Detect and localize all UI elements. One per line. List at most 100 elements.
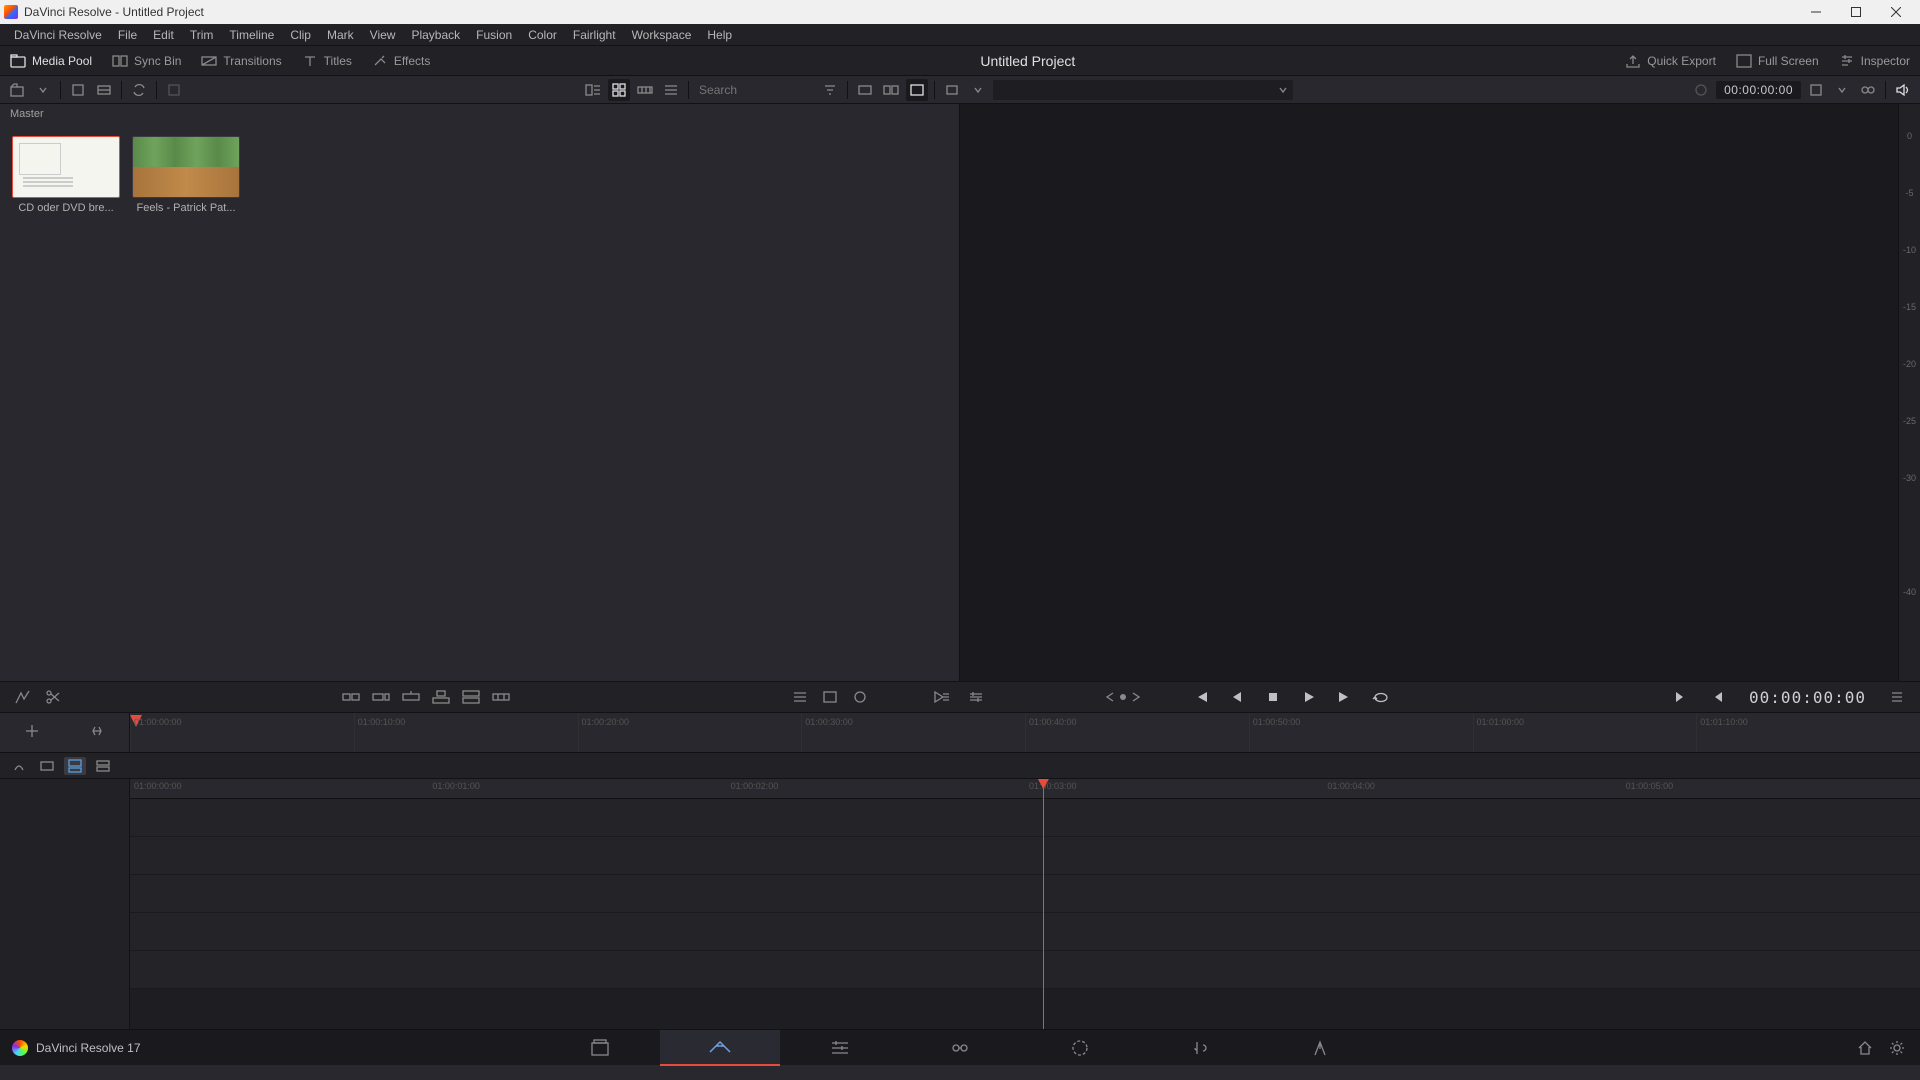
clip-item[interactable]: CD oder DVD bre...: [12, 136, 120, 214]
menu-color[interactable]: Color: [520, 26, 565, 44]
home-button[interactable]: [1856, 1039, 1874, 1057]
project-settings-button[interactable]: [1888, 1039, 1906, 1057]
play-button[interactable]: [1295, 685, 1323, 709]
filmstrip-view-button[interactable]: [634, 79, 656, 101]
audio-trim-button[interactable]: [8, 757, 30, 775]
color-button[interactable]: [847, 685, 873, 709]
video-audio-button[interactable]: [64, 757, 86, 775]
menu-workspace[interactable]: Workspace: [624, 26, 700, 44]
clip-item[interactable]: Feels - Patrick Pat...: [132, 136, 240, 214]
track-row[interactable]: [130, 951, 1920, 989]
loop-button[interactable]: [1367, 685, 1395, 709]
page-media[interactable]: [540, 1030, 660, 1066]
video-only-button[interactable]: [36, 757, 58, 775]
menu-file[interactable]: File: [110, 26, 145, 44]
go-to-end-button[interactable]: [1331, 685, 1359, 709]
menu-trim[interactable]: Trim: [182, 26, 222, 44]
guides-dropdown[interactable]: [1831, 79, 1853, 101]
metadata-view-button[interactable]: [582, 79, 604, 101]
upper-ruler-track[interactable]: 01:00:00:00 01:00:10:00 01:00:20:00 01:0…: [130, 713, 1920, 752]
media-pool-toggle[interactable]: Media Pool: [0, 46, 102, 75]
menu-fusion[interactable]: Fusion: [468, 26, 520, 44]
breadcrumb[interactable]: Master: [0, 104, 959, 124]
search-input[interactable]: [695, 81, 815, 99]
single-view-button[interactable]: [906, 79, 928, 101]
viewer-mode-dropdown[interactable]: [967, 79, 989, 101]
step-back-button[interactable]: [1223, 685, 1251, 709]
thumbnail-view-button[interactable]: [608, 79, 630, 101]
menu-edit[interactable]: Edit: [145, 26, 182, 44]
stop-button[interactable]: [1259, 685, 1287, 709]
menu-timeline[interactable]: Timeline: [221, 26, 282, 44]
dual-view-button[interactable]: [880, 79, 902, 101]
page-edit[interactable]: [780, 1030, 900, 1066]
jog-control[interactable]: [1105, 691, 1141, 703]
tools-button[interactable]: [787, 685, 813, 709]
lower-ruler[interactable]: 01:00:00:00 01:00:01:00 01:00:02:00 01:0…: [130, 779, 1920, 799]
guides-button[interactable]: [1805, 79, 1827, 101]
menu-davinci[interactable]: DaVinci Resolve: [6, 26, 110, 44]
source-overwrite-button[interactable]: [488, 685, 514, 709]
track-row[interactable]: [130, 875, 1920, 913]
bin-view-button[interactable]: [93, 79, 115, 101]
track-row[interactable]: [130, 837, 1920, 875]
boring-detector-button[interactable]: [10, 685, 36, 709]
full-screen-toggle[interactable]: Full Screen: [1726, 46, 1829, 75]
page-fairlight[interactable]: [1140, 1030, 1260, 1066]
new-bin-button[interactable]: [67, 79, 89, 101]
lower-playhead[interactable]: [1043, 779, 1044, 1029]
go-to-start-button[interactable]: [1187, 685, 1215, 709]
split-button[interactable]: [40, 685, 66, 709]
import-media-button[interactable]: [6, 79, 28, 101]
dynamic-zoom-button[interactable]: [817, 685, 843, 709]
viewer-timecode[interactable]: 00:00:00:00: [1716, 81, 1801, 99]
page-color[interactable]: [1020, 1030, 1140, 1066]
menu-clip[interactable]: Clip: [282, 26, 319, 44]
inspector-toggle[interactable]: Inspector: [1829, 46, 1920, 75]
smart-insert-button[interactable]: [338, 685, 364, 709]
menu-help[interactable]: Help: [699, 26, 740, 44]
source-tape-button[interactable]: [854, 79, 876, 101]
page-deliver[interactable]: [1260, 1030, 1380, 1066]
viewer-mode-button[interactable]: [941, 79, 963, 101]
ripple-overwrite-button[interactable]: [398, 685, 424, 709]
timeline-tracks[interactable]: 01:00:00:00 01:00:01:00 01:00:02:00 01:0…: [130, 779, 1920, 1029]
append-button[interactable]: [368, 685, 394, 709]
sort-button[interactable]: [163, 79, 185, 101]
minimize-button[interactable]: [1796, 0, 1836, 24]
timeline-locked-button[interactable]: [24, 723, 40, 742]
close-button[interactable]: [1876, 0, 1916, 24]
titles-toggle[interactable]: Titles: [292, 46, 362, 75]
prev-edit-button[interactable]: [1703, 685, 1731, 709]
sync-button[interactable]: [128, 79, 150, 101]
safe-area-button[interactable]: [1690, 79, 1712, 101]
page-fusion[interactable]: [900, 1030, 1020, 1066]
sync-bin-toggle[interactable]: Sync Bin: [102, 46, 191, 75]
effects-toggle[interactable]: Effects: [362, 46, 440, 75]
timeline-selector[interactable]: [993, 80, 1293, 100]
timeline-free-button[interactable]: [89, 723, 105, 742]
menu-fairlight[interactable]: Fairlight: [565, 26, 624, 44]
viewer-panel[interactable]: 0 -5 -10 -15 -20 -25 -30 -40: [960, 104, 1920, 681]
menu-mark[interactable]: Mark: [319, 26, 362, 44]
menu-playback[interactable]: Playback: [403, 26, 468, 44]
bypass-button[interactable]: [1857, 79, 1879, 101]
page-cut[interactable]: [660, 1030, 780, 1066]
place-on-top-button[interactable]: [458, 685, 484, 709]
track-row[interactable]: [130, 913, 1920, 951]
search-options-button[interactable]: [819, 79, 841, 101]
fast-review-button[interactable]: [929, 685, 955, 709]
timeline-menu-button[interactable]: [1884, 685, 1910, 709]
close-up-button[interactable]: [428, 685, 454, 709]
audio-toggle-button[interactable]: [1892, 79, 1914, 101]
timeline-options-button[interactable]: [963, 685, 989, 709]
menu-view[interactable]: View: [362, 26, 404, 44]
next-edit-button[interactable]: [1667, 685, 1695, 709]
list-view-button[interactable]: [660, 79, 682, 101]
audio-only-button[interactable]: [92, 757, 114, 775]
maximize-button[interactable]: [1836, 0, 1876, 24]
quick-export-button[interactable]: Quick Export: [1615, 46, 1726, 75]
transitions-toggle[interactable]: Transitions: [191, 46, 291, 75]
import-dropdown[interactable]: [32, 79, 54, 101]
track-row[interactable]: [130, 799, 1920, 837]
